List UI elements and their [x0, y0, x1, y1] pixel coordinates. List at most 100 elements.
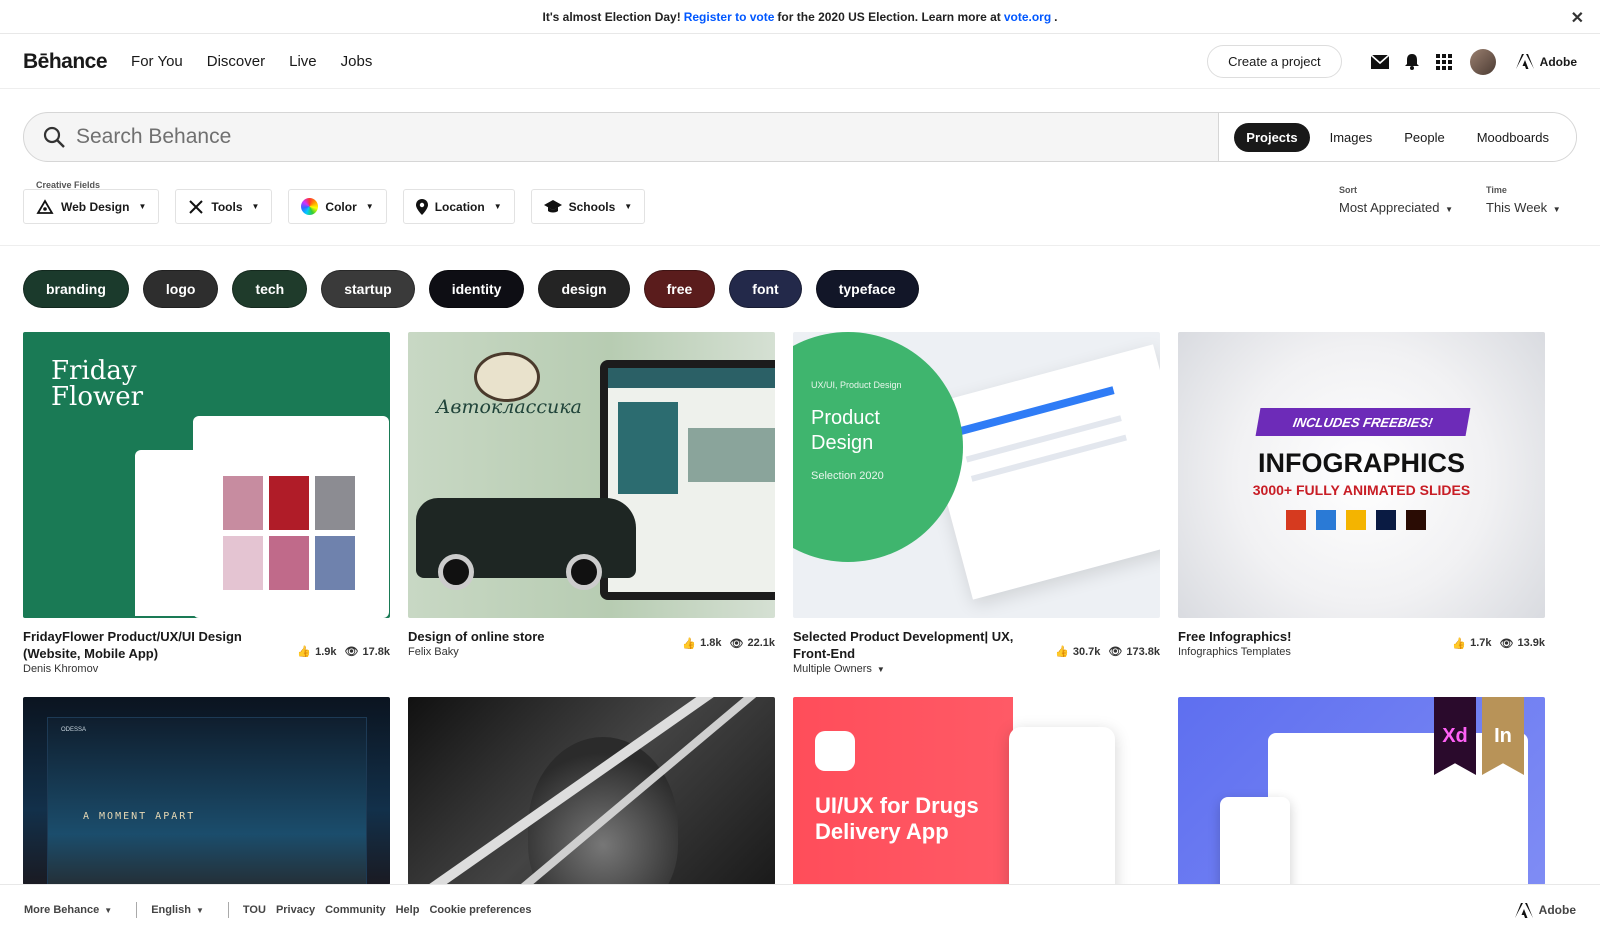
sort-value[interactable]: Most Appreciated ▼: [1339, 200, 1453, 215]
eye-icon: 👁: [1499, 637, 1514, 650]
search-scope-tabs: Projects Images People Moodboards: [1218, 113, 1576, 161]
footer-link-tou[interactable]: TOU: [243, 904, 266, 916]
project-thumbnail[interactable]: Friday Flower: [23, 332, 390, 618]
adobe-label: Adobe: [1539, 54, 1577, 69]
scope-people[interactable]: People: [1392, 123, 1456, 152]
scope-projects[interactable]: Projects: [1234, 122, 1310, 152]
footer-link-help[interactable]: Help: [396, 904, 420, 916]
project-thumbnail[interactable]: UX/UI, Product Design Product Design Sel…: [793, 332, 1160, 618]
likes-count: 1.9k: [315, 645, 337, 658]
scope-moodboards[interactable]: Moodboards: [1465, 123, 1561, 152]
chevron-down-icon: ▼: [104, 906, 113, 915]
footer-link-community[interactable]: Community: [325, 904, 386, 916]
apps-grid-icon[interactable]: [1432, 50, 1456, 74]
vote-org-link[interactable]: vote.org: [1004, 10, 1051, 24]
project-owner[interactable]: Infographics Templates: [1178, 646, 1423, 658]
bell-icon[interactable]: [1400, 50, 1424, 74]
project-thumbnail[interactable]: ODESSA A MOMENT APART: [23, 697, 390, 885]
create-project-button[interactable]: Create a project: [1207, 45, 1342, 78]
schools-dropdown[interactable]: Schools ▼: [530, 189, 646, 224]
adobe-link[interactable]: Adobe: [1515, 54, 1577, 69]
chevron-down-icon: ▼: [1445, 205, 1453, 214]
footer-link-cookies[interactable]: Cookie preferences: [429, 904, 531, 916]
language-dropdown[interactable]: English ▼: [151, 904, 204, 916]
project-stats: 👍 1.7k 👁 13.9k: [1452, 628, 1545, 658]
time-value[interactable]: This Week ▼: [1486, 200, 1561, 215]
views-count: 13.9k: [1517, 637, 1545, 649]
pill-app-icon: [815, 731, 855, 771]
chevron-down-icon: ▼: [251, 202, 260, 211]
tag-design[interactable]: design: [538, 270, 630, 308]
thumb-mockup-2: [193, 416, 389, 618]
nav-jobs[interactable]: Jobs: [341, 53, 373, 70]
footer-adobe-link[interactable]: Adobe: [1514, 902, 1576, 918]
appreciations: 👍 1.7k: [1452, 628, 1491, 658]
tools-dropdown[interactable]: Tools ▼: [175, 189, 273, 224]
tag-startup[interactable]: startup: [321, 270, 415, 308]
views: 👁 17.8k: [345, 628, 391, 675]
location-pin-icon: [415, 198, 428, 215]
tag-identity[interactable]: identity: [428, 270, 525, 308]
thumb-app-icons: [1286, 510, 1426, 530]
project-card: Xd In: [1178, 697, 1545, 885]
project-thumbnail[interactable]: INCLUDES FREEBIES! INFOGRAPHICS 3000+ FU…: [1178, 332, 1545, 618]
appreciations: 👍 1.8k: [682, 628, 721, 658]
thumbs-up-icon: 👍: [297, 646, 312, 658]
nav-links: For You Discover Live Jobs: [131, 53, 372, 70]
nav-for-you[interactable]: For You: [131, 53, 183, 70]
sort-value-text: Most Appreciated: [1339, 200, 1440, 215]
register-link[interactable]: Register to vote: [684, 10, 775, 24]
project-thumbnail[interactable]: UI/UX for Drugs Delivery App: [793, 697, 1160, 885]
top-nav: Bēhance For You Discover Live Jobs Creat…: [0, 35, 1600, 89]
tag-logo[interactable]: logo: [142, 270, 219, 308]
banner-middle: for the 2020 US Election. Learn more at: [777, 9, 1001, 24]
project-owner[interactable]: Felix Baky: [408, 646, 653, 658]
scope-images[interactable]: Images: [1318, 123, 1385, 152]
thumb-subtitle: 3000+ FULLY ANIMATED SLIDES: [1252, 482, 1471, 498]
tools-label: Tools: [211, 199, 243, 214]
project-thumbnail[interactable]: [408, 697, 775, 885]
nav-discover[interactable]: Discover: [207, 53, 265, 70]
tag-tech[interactable]: tech: [232, 270, 308, 308]
thumb-kicker: ODESSA: [61, 727, 87, 733]
creative-fields-label: Creative Fields: [36, 180, 101, 190]
xd-badge: Xd: [1434, 697, 1476, 775]
project-title[interactable]: Selected Product Development| UX, Front-…: [793, 628, 1038, 662]
thumb-screen: [47, 717, 367, 885]
thumb-title: INFOGRAPHICS: [1257, 448, 1465, 478]
behance-logo[interactable]: Bēhance: [23, 50, 108, 74]
search-icon: [43, 126, 65, 148]
project-meta: Selected Product Development| UX, Front-…: [793, 628, 1160, 675]
color-wheel-icon: [301, 198, 319, 215]
appreciations: 👍 1.9k: [297, 628, 336, 675]
creative-fields-dropdown[interactable]: Web Design ▼: [23, 189, 160, 224]
close-icon[interactable]: ✕: [1571, 8, 1584, 28]
project-card: Автоклассика Design of online store Feli…: [408, 332, 775, 658]
more-behance-dropdown[interactable]: More Behance ▼: [24, 904, 112, 916]
project-card: INCLUDES FREEBIES! INFOGRAPHICS 3000+ FU…: [1178, 332, 1545, 658]
time-control[interactable]: Time This Week ▼: [1486, 185, 1561, 215]
search-input[interactable]: [76, 125, 1156, 149]
project-title[interactable]: FridayFlower Product/UX/UI Design (Websi…: [23, 628, 268, 662]
footer-link-privacy[interactable]: Privacy: [276, 904, 315, 916]
tag-free[interactable]: free: [643, 270, 716, 308]
color-dropdown[interactable]: Color ▼: [288, 189, 387, 224]
likes-count: 1.7k: [1470, 637, 1492, 649]
project-card: UX/UI, Product Design Product Design Sel…: [793, 332, 1160, 675]
tag-branding[interactable]: branding: [23, 270, 129, 308]
project-title[interactable]: Design of online store: [408, 628, 653, 645]
nav-live[interactable]: Live: [289, 53, 317, 70]
location-dropdown[interactable]: Location ▼: [402, 189, 515, 224]
project-thumbnail[interactable]: Автоклассика: [408, 332, 775, 618]
creative-fields-value: Web Design: [61, 199, 130, 214]
project-thumbnail[interactable]: Xd In: [1178, 697, 1545, 885]
project-owner[interactable]: Multiple Owners ▼: [793, 663, 1038, 675]
project-title[interactable]: Free Infographics!: [1178, 628, 1423, 645]
tag-font[interactable]: font: [729, 270, 802, 308]
user-avatar[interactable]: [1469, 48, 1496, 75]
mail-icon[interactable]: [1368, 50, 1392, 74]
project-owner[interactable]: Denis Khromov: [23, 663, 268, 675]
owner-name: Multiple Owners: [793, 663, 872, 675]
tag-typeface[interactable]: typeface: [815, 270, 919, 308]
sort-control[interactable]: Sort Most Appreciated ▼: [1339, 185, 1453, 215]
